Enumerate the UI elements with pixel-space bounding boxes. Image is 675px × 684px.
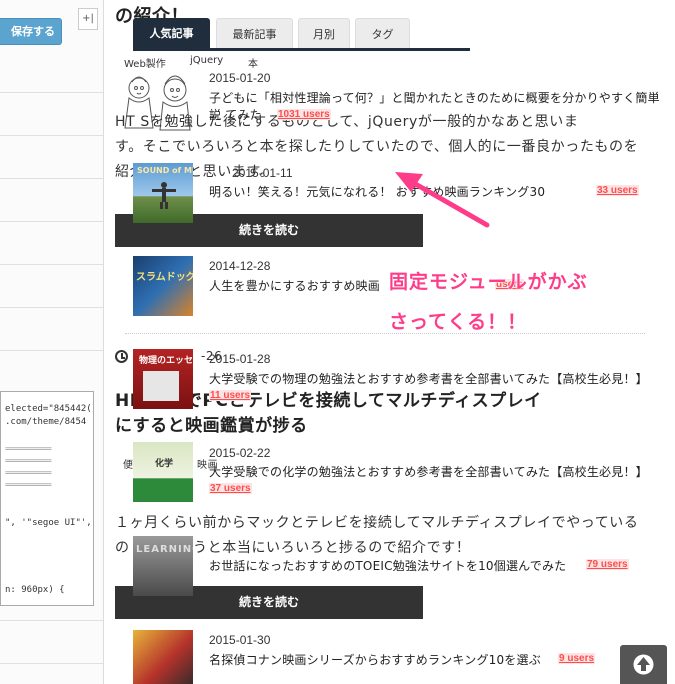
- post-date: 2015-01-11: [232, 166, 293, 180]
- post-title[interactable]: 説 てみた: [209, 106, 262, 123]
- divider: [0, 135, 103, 136]
- post-thumbnail[interactable]: SOUND of MUSIC: [133, 163, 193, 223]
- annotation-text: さってくる！！: [389, 311, 528, 333]
- collapse-panel-button[interactable]: +|: [78, 8, 98, 30]
- tab-recent[interactable]: 最新記事: [216, 18, 293, 49]
- clock-icon: [115, 350, 128, 363]
- hatena-users-badge[interactable]: 79 users: [586, 559, 629, 570]
- category-tag[interactable]: jQuery: [190, 55, 223, 66]
- post-title[interactable]: 人生を豊かにするおすすめ映画: [209, 277, 380, 294]
- divider: [0, 92, 103, 93]
- divider: [0, 264, 103, 265]
- divider: [0, 178, 103, 179]
- tab-tags[interactable]: タグ: [355, 18, 410, 49]
- hatena-users-badge[interactable]: 11 users: [209, 390, 252, 401]
- post-title[interactable]: 大学受験での物理の勉強法とおすすめ参考書を全部書いてみた【高校生必見！】: [209, 370, 648, 387]
- divider: [125, 333, 645, 334]
- divider: [0, 307, 103, 308]
- post-date: 2014-12-28: [209, 259, 271, 273]
- tab-underline: [133, 48, 470, 51]
- hatena-users-badge[interactable]: 9 users: [558, 653, 596, 664]
- editor-panel: 保存する +| elected="845442( .com/theme/8454…: [0, 0, 104, 684]
- tab-popular[interactable]: 人気記事: [133, 18, 210, 49]
- post-title[interactable]: 名探偵コナン映画シリーズからおすすめランキング10を選ぶ: [209, 651, 541, 668]
- article-excerpt: HT Sを勉強した後にするものとして、jQueryが一般的かなあと思いま: [115, 114, 579, 130]
- post-title[interactable]: 子どもに「相対性理論って何？」と聞かれたときのために概要を分かりやすく簡単: [209, 89, 660, 106]
- code-line: ============: [5, 480, 52, 489]
- article-excerpt: １ヶ月くらい前からマックとテレビを接続してマルチディスプレイでやっている: [115, 515, 639, 531]
- tab-monthly[interactable]: 月別: [298, 18, 350, 49]
- article-excerpt: す。そこでいろいろと本を探したりしていたので、個人的に一番良かったものを: [115, 139, 639, 155]
- divider: [0, 221, 103, 222]
- back-to-top-button[interactable]: [620, 645, 667, 684]
- post-thumbnail[interactable]: スラムドッグ ミリオネア: [133, 256, 193, 316]
- post-thumbnail[interactable]: [133, 630, 193, 684]
- post-title[interactable]: お世話になったおすすめのTOEIC勉強法サイトを10個選んでみた: [209, 557, 566, 574]
- code-line: ============: [5, 468, 52, 477]
- post-title[interactable]: 大学受験での化学の勉強法とおすすめ参考書を全部書いてみた【高校生必見！】: [209, 463, 648, 480]
- code-line: ", '"segoe UI"', '"b: [5, 518, 93, 528]
- css-code-editor[interactable]: elected="845442( .com/theme/8454 =======…: [0, 391, 94, 606]
- post-thumbnail[interactable]: 化学: [133, 442, 193, 502]
- category-tag[interactable]: Web製作: [124, 55, 166, 70]
- post-date: 2015-01-30: [209, 633, 271, 647]
- post-thumbnail[interactable]: LEARNING: [133, 536, 193, 596]
- annotation-arrow-icon: [395, 172, 490, 228]
- article-title[interactable]: にすると映画鑑賞が捗る: [115, 411, 308, 436]
- divider: [0, 663, 103, 664]
- code-line: ============: [5, 456, 52, 465]
- hatena-users-badge[interactable]: 37 users: [209, 483, 252, 494]
- post-thumbnail[interactable]: 物理のエッセンス: [133, 349, 193, 409]
- up-arrow-icon: [633, 654, 654, 675]
- code-line: .com/theme/8454: [5, 417, 87, 427]
- annotation-text: 固定モジュールがかぶ: [389, 271, 588, 293]
- divider: [0, 620, 103, 621]
- code-line: ============: [5, 444, 52, 453]
- post-date: 2015-01-20: [209, 71, 271, 85]
- post-date: 2015-01-28: [209, 352, 271, 366]
- code-line: elected="845442(: [5, 404, 92, 414]
- hatena-users-badge[interactable]: 33 users: [596, 185, 639, 196]
- save-button[interactable]: 保存する: [0, 18, 62, 45]
- post-date: 2015-02-22: [209, 446, 271, 460]
- hatena-users-badge[interactable]: 1031 users: [277, 109, 331, 120]
- category-tag[interactable]: 本: [248, 55, 258, 70]
- code-line: n: 960px) {: [5, 585, 65, 595]
- divider: [0, 350, 103, 351]
